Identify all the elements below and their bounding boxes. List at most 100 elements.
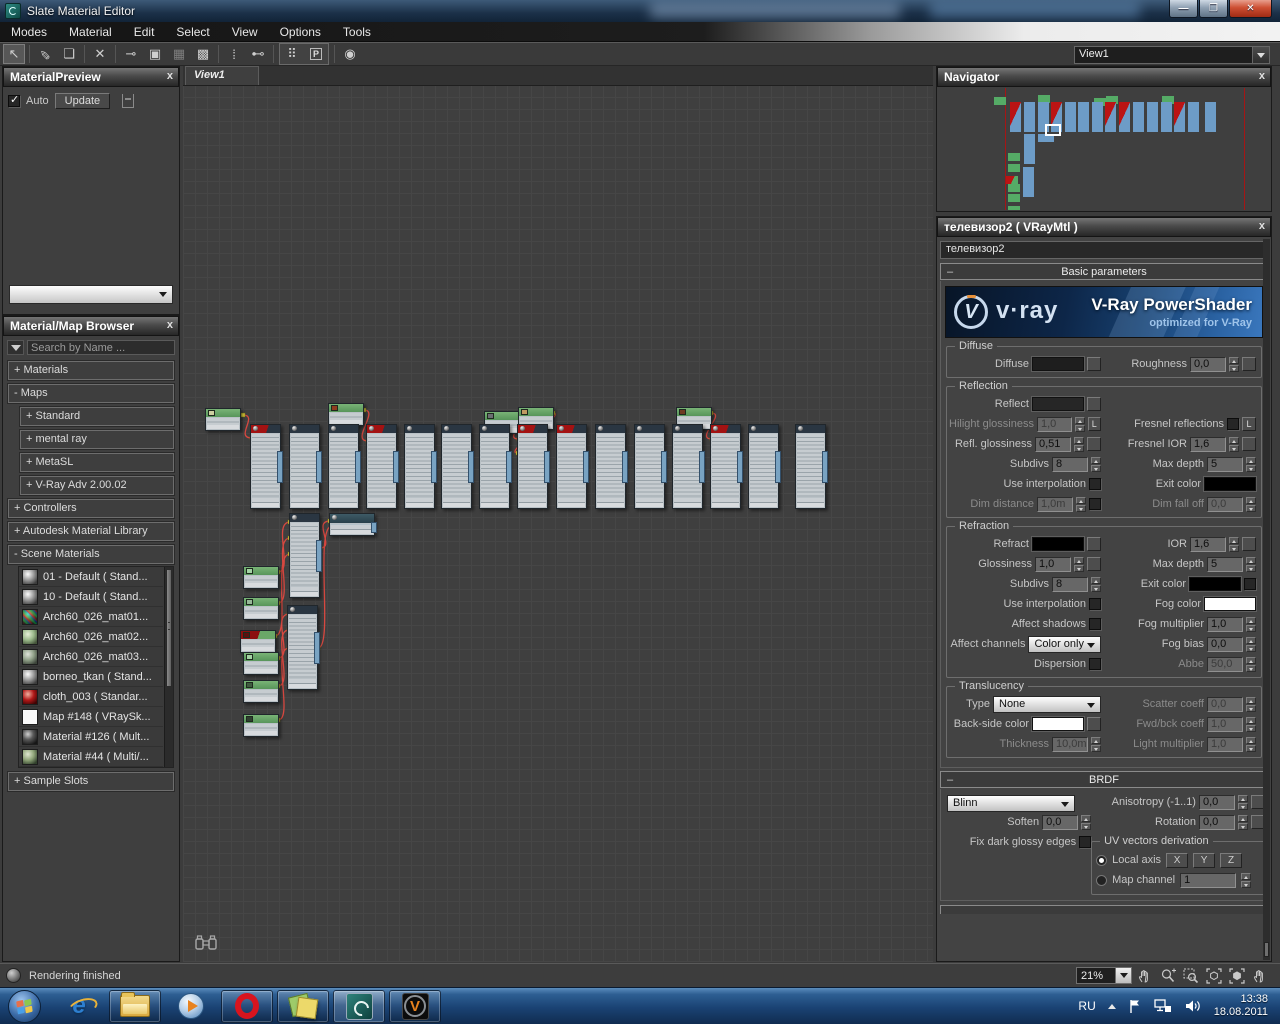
fog-color-swatch[interactable] — [1204, 597, 1256, 611]
glossiness-map-button[interactable] — [1087, 557, 1101, 571]
material-id-channel-icon[interactable]: ◉ — [339, 44, 361, 64]
soften-spinner[interactable] — [1081, 815, 1091, 830]
map-node[interactable] — [243, 597, 279, 620]
taskbar-3dsmax[interactable] — [333, 990, 385, 1023]
scatter-coeff-field[interactable]: 0,0 — [1207, 697, 1243, 712]
rotation-spinner[interactable] — [1238, 815, 1248, 830]
max-depth-spinner[interactable] — [1246, 457, 1256, 472]
material-node[interactable] — [672, 424, 703, 509]
affect-channels-dropdown[interactable]: Color only — [1028, 636, 1101, 653]
group-standard[interactable]: + Standard — [20, 407, 174, 426]
navigator-header[interactable]: Navigator x — [937, 67, 1271, 87]
list-item[interactable]: 10 - Default ( Stand... — [19, 587, 163, 607]
menu-edit[interactable]: Edit — [123, 22, 166, 41]
map-node[interactable] — [205, 408, 241, 431]
dim-distance-field[interactable]: 1,0m — [1037, 497, 1073, 512]
taskbar-internet-explorer[interactable]: e — [53, 990, 105, 1023]
material-node[interactable] — [595, 424, 626, 509]
list-item[interactable]: Material #44 ( Multi/... — [19, 747, 163, 767]
group-mental-ray[interactable]: + mental ray — [20, 430, 174, 449]
dim-fall-off-field[interactable]: 0,0 — [1207, 497, 1243, 512]
subdivs-field[interactable]: 8 — [1052, 457, 1088, 472]
light-multiplier-spinner[interactable] — [1246, 737, 1256, 752]
max-depth-field[interactable]: 5 — [1207, 457, 1243, 472]
anisotropy-field[interactable]: 0,0 — [1199, 795, 1235, 810]
back-side-color-map-button[interactable] — [1087, 717, 1101, 731]
roughness-field[interactable]: 0,0 — [1190, 357, 1226, 372]
map-node[interactable] — [243, 714, 279, 737]
glossiness-spinner[interactable] — [1074, 557, 1084, 572]
start-button[interactable] — [8, 990, 41, 1023]
fog-multiplier-spinner[interactable] — [1246, 617, 1256, 632]
map-node[interactable] — [243, 652, 279, 675]
refr-max-depth-field[interactable]: 5 — [1207, 557, 1243, 572]
basic-parameters-rollout[interactable]: – Basic parameters — [940, 263, 1268, 280]
map-channel-radio[interactable] — [1096, 875, 1107, 886]
menu-modes[interactable]: Modes — [0, 22, 58, 41]
brdf-type-dropdown[interactable]: Blinn — [947, 795, 1075, 812]
hilight-glossiness-spinner[interactable] — [1075, 417, 1085, 432]
refl-glossiness-field[interactable]: 0,51 — [1035, 437, 1071, 452]
put-to-library-icon[interactable]: ▣ — [144, 44, 166, 64]
group-scene-materials[interactable]: - Scene Materials — [8, 545, 174, 564]
fog-bias-spinner[interactable] — [1246, 637, 1256, 652]
group-autodesk-library[interactable]: + Autodesk Material Library — [8, 522, 174, 541]
language-indicator[interactable]: RU — [1078, 999, 1095, 1013]
map-channel-field[interactable]: 1 — [1180, 873, 1236, 888]
menu-view[interactable]: View — [221, 22, 269, 41]
exit-color-swatch[interactable] — [1204, 477, 1256, 491]
menu-select[interactable]: Select — [165, 22, 220, 41]
list-scrollbar-thumb[interactable] — [166, 569, 172, 687]
use-interpolation-checkbox[interactable] — [1089, 478, 1101, 490]
material-node[interactable] — [404, 424, 435, 509]
refr-use-interpolation-checkbox[interactable] — [1089, 598, 1101, 610]
fwd-bck-coeff-spinner[interactable] — [1246, 717, 1256, 732]
map-node[interactable] — [240, 630, 276, 653]
put-material-to-scene-icon[interactable]: ❏ — [58, 44, 80, 64]
pan-tool-alt-icon[interactable] — [1250, 967, 1270, 985]
pan-tool-icon[interactable] — [1135, 967, 1155, 985]
abbe-field[interactable]: 50,0 — [1207, 657, 1243, 672]
fog-multiplier-field[interactable]: 1,0 — [1207, 617, 1243, 632]
material-node[interactable] — [634, 424, 665, 509]
parameters-header[interactable]: телевизор2 ( VRayMtl ) x — [937, 217, 1271, 237]
chevron-down-icon[interactable] — [1116, 967, 1132, 984]
hilight-glossiness-field[interactable]: 1,0 — [1037, 417, 1072, 432]
browser-options-icon[interactable] — [7, 340, 24, 355]
group-vray-adv[interactable]: + V-Ray Adv 2.00.02 — [20, 476, 174, 495]
show-map-in-viewport-icon[interactable]: ▩ — [192, 44, 214, 64]
list-item[interactable]: cloth_003 ( Standar... — [19, 687, 163, 707]
fix-dark-glossy-edges-checkbox[interactable] — [1079, 836, 1091, 848]
material-node[interactable] — [556, 424, 587, 509]
zoom-extents-selected-icon[interactable] — [1227, 967, 1247, 985]
dispersion-checkbox[interactable] — [1089, 658, 1101, 670]
translucency-type-dropdown[interactable]: None — [993, 696, 1101, 713]
close-button[interactable]: ✕ — [1229, 0, 1272, 18]
axis-z-button[interactable]: Z — [1220, 853, 1242, 868]
material-node[interactable] — [366, 424, 397, 509]
roughness-map-button[interactable] — [1242, 357, 1256, 371]
brdf-rollout[interactable]: – BRDF — [940, 771, 1268, 788]
zoom-extents-icon[interactable] — [1204, 967, 1224, 985]
view-selector-arrow-icon[interactable] — [1253, 46, 1270, 64]
preview-options-icon[interactable] — [122, 94, 134, 108]
material-node[interactable] — [517, 424, 548, 509]
list-item[interactable]: Arch60_026_mat03... — [19, 647, 163, 667]
select-tool-icon[interactable]: ↖ — [3, 44, 25, 64]
group-metasl[interactable]: + MetaSL — [20, 453, 174, 472]
axis-y-button[interactable]: Y — [1193, 853, 1215, 868]
refl-glossiness-spinner[interactable] — [1074, 437, 1084, 452]
group-maps[interactable]: - Maps — [8, 384, 174, 403]
material-preview-header[interactable]: MaterialPreview x — [3, 67, 179, 87]
material-node[interactable] — [289, 513, 320, 598]
list-item[interactable]: 01 - Default ( Stand... — [19, 567, 163, 587]
taskbar-clock[interactable]: 13:38 18.08.2011 — [1214, 993, 1268, 1019]
taskbar-sticky-notes[interactable] — [277, 990, 329, 1023]
hilight-glossiness-lock-button[interactable]: L — [1088, 417, 1101, 431]
preview-object-dropdown[interactable] — [9, 285, 173, 304]
material-node[interactable] — [250, 424, 281, 509]
dim-distance-checkbox[interactable] — [1089, 498, 1101, 510]
refr-max-depth-spinner[interactable] — [1246, 557, 1256, 572]
zoom-level-dropdown[interactable]: 21% — [1076, 967, 1132, 984]
show-map-in-viewport-off-icon[interactable]: ▦ — [168, 44, 190, 64]
